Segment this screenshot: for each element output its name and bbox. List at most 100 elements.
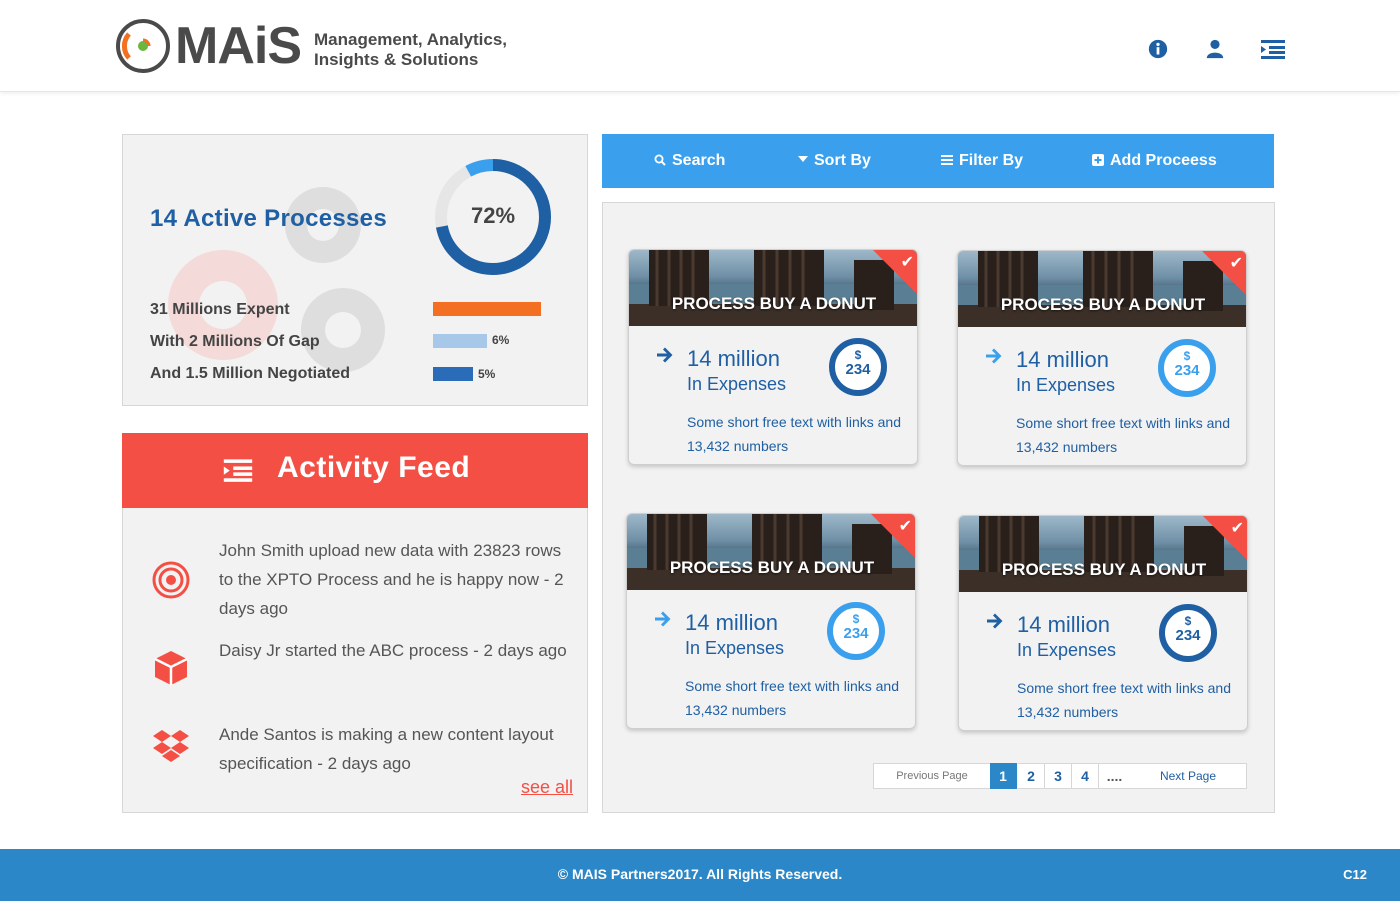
plus-square-icon xyxy=(1092,154,1104,166)
sort-by-label: Sort By xyxy=(814,152,871,169)
card-subtitle: In Expenses xyxy=(685,638,785,658)
filter-by-label: Filter By xyxy=(959,152,1024,169)
card-image: PROCESS BUY A DONUT ✔ xyxy=(959,516,1247,592)
copyright-text: © MAIS Partners2017. All Rights Reserved… xyxy=(557,866,843,882)
activity-feed-header: Activity Feed xyxy=(122,433,588,508)
card-image: PROCESS BUY A DONUT ✔ xyxy=(627,514,915,590)
badge-value: 234 xyxy=(1174,362,1200,379)
sort-by-button[interactable]: Sort By xyxy=(798,134,871,188)
add-process-button[interactable]: Add Proceess xyxy=(1092,134,1217,188)
check-icon: ✔ xyxy=(900,254,914,271)
previous-page-button[interactable]: Previous Page xyxy=(873,763,991,789)
feed-item-text: John Smith upload new data with 23823 ro… xyxy=(219,541,564,618)
check-icon: ✔ xyxy=(1229,255,1243,272)
stat-row-negotiated: And 1.5 Million Negotiated xyxy=(150,365,351,382)
card-title: PROCESS BUY A DONUT xyxy=(671,294,877,313)
card-subtitle: In Expenses xyxy=(687,374,787,394)
badge-value: 234 xyxy=(843,625,869,642)
page-1-button[interactable]: 1 xyxy=(990,763,1017,789)
stat-row-gap: With 2 Millions Of Gap xyxy=(150,333,320,350)
page-4-button[interactable]: 4 xyxy=(1072,763,1099,789)
badge-currency: $ xyxy=(852,612,860,626)
footer: © MAIS Partners2017. All Rights Reserved… xyxy=(0,849,1400,901)
menu-icon[interactable] xyxy=(1261,38,1285,60)
card-amount: 14 million xyxy=(687,346,780,371)
card-subtitle: In Expenses xyxy=(1016,375,1116,395)
process-card[interactable]: PROCESS BUY A DONUT ✔ 14 million In Expe… xyxy=(957,250,1247,466)
toolbar: Search Sort By Filter By Add Proceess xyxy=(602,134,1274,188)
arrow-right-icon xyxy=(986,348,1002,364)
page-3-button[interactable]: 3 xyxy=(1045,763,1072,789)
badge-currency: $ xyxy=(1184,614,1192,628)
card-amount: 14 million xyxy=(1017,612,1110,637)
card-amount: 14 million xyxy=(685,610,778,635)
user-icon[interactable] xyxy=(1203,38,1227,60)
donut-percent-label: 72% xyxy=(470,203,516,228)
box-icon xyxy=(154,651,188,685)
logo-tagline: Management, Analytics, Insights & Soluti… xyxy=(314,30,507,70)
activity-feed-panel: Activity Feed John Smith upload new data… xyxy=(122,433,588,813)
check-icon: ✔ xyxy=(898,518,912,535)
badge-currency: $ xyxy=(854,348,862,362)
arrow-right-icon xyxy=(987,613,1003,629)
logo-word: MAiS xyxy=(175,17,302,75)
target-icon xyxy=(152,561,190,599)
process-card[interactable]: PROCESS BUY A DONUT ✔ 14 million In Expe… xyxy=(626,513,916,729)
badge-value: 234 xyxy=(845,361,871,378)
logo-tagline-line-1: Management, Analytics, xyxy=(314,30,508,49)
stats-panel: 14 Active Processes 72% 31 Millions Expe… xyxy=(122,134,588,406)
check-icon: ✔ xyxy=(1230,520,1244,537)
stat-bar-negotiated-label: 5% xyxy=(478,367,496,381)
process-cards-panel: PROCESS BUY A DONUT ✔ 14 million In Expe… xyxy=(602,202,1275,813)
card-description: Some short free text with links and 13,4… xyxy=(687,414,901,454)
logo[interactable]: MAiS Management, Analytics, Insights & S… xyxy=(115,18,515,74)
search-label: Search xyxy=(672,152,726,169)
amount-badge: $ 234 xyxy=(1159,604,1217,662)
add-process-label: Add Proceess xyxy=(1110,152,1217,169)
process-card[interactable]: PROCESS BUY A DONUT ✔ 14 million In Expe… xyxy=(958,515,1248,731)
see-all-link[interactable]: see all xyxy=(521,777,573,798)
header: MAiS Management, Analytics, Insights & S… xyxy=(0,0,1400,92)
logo-mark-icon xyxy=(116,19,170,73)
card-description: Some short free text with links and 13,4… xyxy=(1016,415,1230,455)
info-icon[interactable] xyxy=(1146,38,1170,60)
feed-item-text: Daisy Jr started the ABC process - 2 day… xyxy=(219,641,567,660)
dropbox-icon xyxy=(153,730,189,762)
process-card[interactable]: PROCESS BUY A DONUT ✔ 14 million In Expe… xyxy=(628,249,918,465)
card-subtitle: In Expenses xyxy=(1017,640,1117,660)
card-title: PROCESS BUY A DONUT xyxy=(1001,560,1207,579)
stat-bar-negotiated xyxy=(433,367,473,381)
card-title: PROCESS BUY A DONUT xyxy=(669,558,875,577)
next-page-button[interactable]: Next Page xyxy=(1130,763,1247,789)
feed-menu-icon xyxy=(223,459,253,482)
stat-bar-gap-label: 6% xyxy=(492,333,510,347)
badge-currency: $ xyxy=(1183,349,1191,363)
stat-row-expent: 31 Millions Expent xyxy=(150,301,290,318)
card-image: PROCESS BUY A DONUT ✔ xyxy=(629,250,917,326)
badge-value: 234 xyxy=(1175,627,1201,644)
page-2-button[interactable]: 2 xyxy=(1018,763,1045,789)
arrow-right-icon xyxy=(657,347,673,363)
card-amount: 14 million xyxy=(1016,347,1109,372)
amount-badge: $ 234 xyxy=(829,338,887,396)
card-description: Some short free text with links and 13,4… xyxy=(685,678,899,718)
stat-bar-gap xyxy=(433,334,487,348)
amount-badge: $ 234 xyxy=(827,602,885,660)
search-icon xyxy=(654,154,666,166)
logo-tagline-line-2: Insights & Solutions xyxy=(314,50,479,69)
feed-item-text: Ande Santos is making a new content layo… xyxy=(219,725,554,773)
card-description: Some short free text with links and 13,4… xyxy=(1017,680,1231,720)
filter-by-button[interactable]: Filter By xyxy=(941,134,1023,188)
card-title: PROCESS BUY A DONUT xyxy=(1000,295,1206,314)
footer-code: C12 xyxy=(1343,867,1367,882)
search-button[interactable]: Search xyxy=(654,134,725,188)
amount-badge: $ 234 xyxy=(1158,339,1216,397)
list-icon xyxy=(941,155,953,165)
card-image: PROCESS BUY A DONUT ✔ xyxy=(958,251,1246,327)
active-processes-title: 14 Active Processes xyxy=(150,205,387,232)
stat-bar-expent xyxy=(433,302,541,316)
pager-ellipsis: .... xyxy=(1099,763,1131,789)
arrow-right-icon xyxy=(655,611,671,627)
caret-down-icon xyxy=(798,156,808,162)
activity-feed-title: Activity Feed xyxy=(277,451,471,484)
